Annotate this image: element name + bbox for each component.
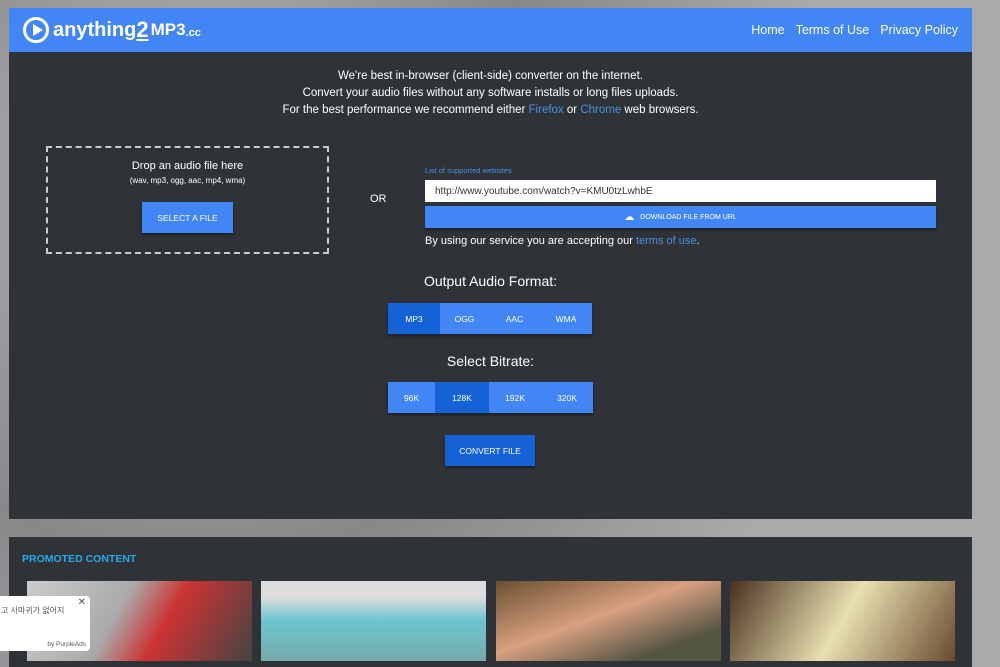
logo-tld: .cc — [185, 27, 201, 39]
or-label: OR — [370, 193, 387, 205]
format-wma[interactable]: WMA — [540, 303, 592, 334]
nav-home[interactable]: Home — [751, 23, 784, 37]
format-aac[interactable]: AAC — [489, 303, 540, 334]
text: or — [563, 104, 581, 116]
url-input[interactable] — [425, 180, 936, 202]
drop-zone[interactable]: Drop an audio file here (wav, mp3, ogg, … — [46, 146, 329, 254]
terms-link[interactable]: terms of use — [636, 235, 697, 247]
ad-popup[interactable]: ✕ 고 사마귀가 없어지 by PurpleAds — [0, 596, 90, 651]
bitrate-title: Select Bitrate: — [446, 353, 535, 369]
text: By using our service you are accepting o… — [425, 235, 636, 247]
cloud-download-icon: ☁ — [624, 211, 635, 223]
format-ogg[interactable]: OGG — [440, 303, 489, 334]
promo-title: PROMOTED CONTENT — [22, 553, 137, 565]
promo-thumb[interactable] — [730, 581, 955, 661]
logo-text: anything — [53, 18, 137, 41]
nav-privacy[interactable]: Privacy Policy — [880, 23, 958, 37]
promoted-content: PROMOTED CONTENT — [9, 537, 972, 667]
ad-attribution: by PurpleAds — [47, 641, 86, 648]
bitrate-192k[interactable]: 192K — [489, 382, 541, 413]
nav-terms[interactable]: Terms of Use — [796, 23, 870, 37]
bitrate-320k[interactable]: 320K — [541, 382, 593, 413]
intro-text: We're best in-browser (client-side) conv… — [9, 68, 972, 119]
header: anything 2 MP3 .cc Home Terms of Use Pri… — [9, 8, 972, 52]
select-file-button[interactable]: SELECT A FILE — [142, 202, 233, 233]
download-from-url-button[interactable]: ☁ DOWNLOAD FILE FROM URL — [425, 206, 936, 228]
url-section: List of supported websites ☁ DOWNLOAD FIL… — [425, 160, 936, 247]
ad-text: 고 사마귀가 없어지 — [1, 606, 65, 615]
intro-line: Convert your audio files without any sof… — [302, 87, 679, 99]
promo-thumb[interactable] — [496, 581, 721, 661]
terms-note: By using our service you are accepting o… — [425, 235, 936, 247]
intro-line: For the best performance we recommend ei… — [9, 102, 972, 119]
play-icon — [23, 17, 49, 43]
firefox-link[interactable]: Firefox — [529, 104, 564, 116]
drop-formats: (wav, mp3, ogg, aac, mp4, wma) — [129, 176, 246, 185]
bitrate-128k[interactable]: 128K — [435, 382, 489, 413]
text: . — [696, 235, 700, 247]
text: web browsers. — [621, 104, 699, 116]
close-icon[interactable]: ✕ — [78, 597, 86, 608]
top-nav: Home Terms of Use Privacy Policy — [751, 23, 958, 37]
format-selector: MP3 OGG AAC WMA — [388, 303, 592, 334]
logo-mp3: MP3 — [150, 20, 186, 39]
drop-title: Drop an audio file here — [131, 160, 244, 172]
converter-panel: We're best in-browser (client-side) conv… — [9, 52, 972, 519]
promo-thumb[interactable] — [261, 581, 486, 661]
button-label: DOWNLOAD FILE FROM URL — [640, 213, 737, 221]
format-mp3[interactable]: MP3 — [388, 303, 440, 334]
logo-two: 2 — [136, 17, 149, 42]
logo[interactable]: anything 2 MP3 .cc — [23, 17, 201, 43]
supported-websites-link[interactable]: List of supported websites — [425, 166, 512, 175]
bitrate-96k[interactable]: 96K — [388, 382, 435, 413]
chrome-link[interactable]: Chrome — [580, 104, 621, 116]
format-title: Output Audio Format: — [423, 273, 558, 289]
intro-line: We're best in-browser (client-side) conv… — [338, 70, 643, 82]
convert-file-button[interactable]: CONVERT FILE — [445, 435, 535, 466]
text: For the best performance we recommend ei… — [282, 104, 529, 116]
bitrate-selector: 96K 128K 192K 320K — [388, 382, 593, 413]
